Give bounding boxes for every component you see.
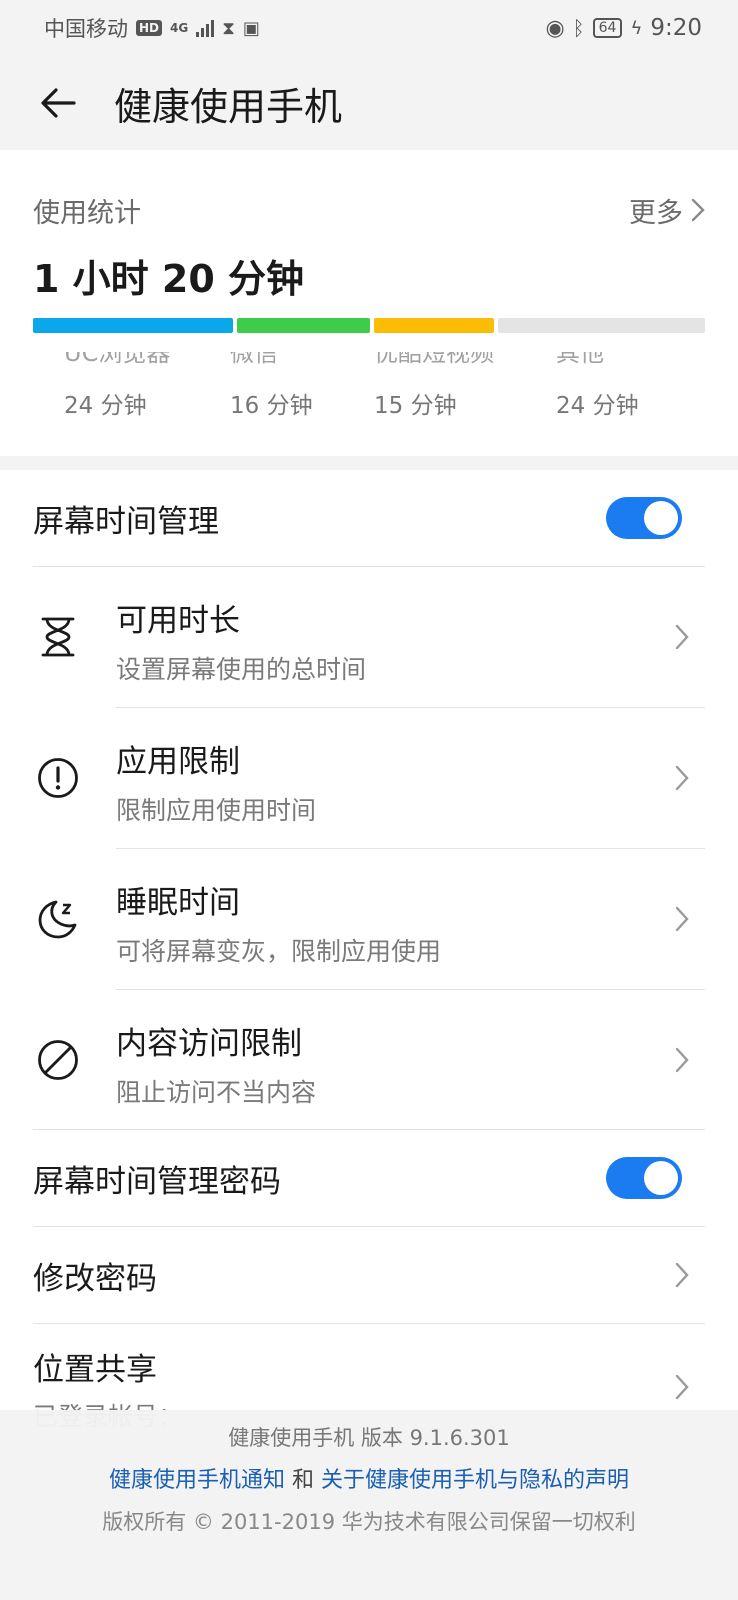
back-button[interactable] xyxy=(28,73,88,133)
app-name: UC浏览器 xyxy=(64,352,170,378)
screen-time-toggle[interactable] xyxy=(606,497,682,539)
chevron-right-icon xyxy=(675,906,689,932)
footer: 健康使用手机 版本 9.1.6.301 健康使用手机通知 和 关于健康使用手机与… xyxy=(0,1410,738,1600)
usage-bar-segment xyxy=(498,318,705,333)
password-toggle[interactable] xyxy=(606,1157,682,1199)
screen-time-label: 屏幕时间管理 xyxy=(33,503,219,540)
alert-circle-icon xyxy=(38,758,78,798)
list-item-usage-limit[interactable]: 可用时长 设置屏幕使用的总时间 xyxy=(0,567,738,707)
app-usage-minutes: 15 分钟 xyxy=(374,393,457,419)
app-name: 优酷短视频 xyxy=(374,352,494,378)
signal-icon xyxy=(196,19,215,37)
password-row: 屏幕时间管理密码 xyxy=(0,1130,738,1226)
usage-stats-label: 使用统计 xyxy=(33,197,141,229)
image-notification-icon: ▣ xyxy=(242,17,260,39)
password-label: 屏幕时间管理密码 xyxy=(33,1163,281,1200)
usage-app-item: 其他 24 分钟 xyxy=(556,352,639,420)
more-button[interactable]: 更多 xyxy=(629,191,705,230)
usage-bar xyxy=(33,318,705,333)
block-icon xyxy=(38,1040,78,1080)
item-subtitle: 阻止访问不当内容 xyxy=(116,1078,317,1107)
location-share-title: 位置共享 xyxy=(33,1352,157,1388)
usage-app-item: 微信 16 分钟 xyxy=(230,352,313,420)
list-item-sleep-time[interactable]: 睡眠时间 可将屏幕变灰，限制应用使用 xyxy=(0,849,738,989)
battery-icon: 64 xyxy=(592,18,623,38)
footer-links: 健康使用手机通知 和 关于健康使用手机与隐私的声明 xyxy=(0,1462,738,1494)
eye-comfort-icon: ◉ xyxy=(545,15,565,41)
app-name-text: 其他 xyxy=(556,352,604,367)
screen-time-row: 屏幕时间管理 xyxy=(0,470,738,566)
item-subtitle: 设置屏幕使用的总时间 xyxy=(116,655,367,684)
chevron-right-icon xyxy=(675,1047,689,1073)
app-name: 微信 xyxy=(230,352,313,378)
and-text: 和 xyxy=(291,1468,314,1493)
item-subtitle: 可将屏幕变灰，限制应用使用 xyxy=(116,937,442,966)
chevron-right-icon xyxy=(691,198,705,222)
toggle-knob xyxy=(644,501,678,535)
usage-app-list: UC浏览器 24 分钟 微信 16 分钟 优酷短视频 15 分钟 其他 24 分钟 xyxy=(0,352,738,432)
charging-icon: ϟ xyxy=(630,17,643,39)
toggle-knob xyxy=(644,1161,678,1195)
app-usage-minutes: 24 分钟 xyxy=(556,393,639,419)
version-text: 健康使用手机 版本 9.1.6.301 xyxy=(228,1426,510,1450)
change-password-label: 修改密码 xyxy=(33,1260,157,1297)
item-title: 应用限制 xyxy=(116,744,240,780)
item-subtitle: 限制应用使用时间 xyxy=(116,796,317,825)
list-item-app-limits[interactable]: 应用限制 限制应用使用时间 xyxy=(0,708,738,848)
usage-bar-segment xyxy=(374,318,494,333)
settings-list: 屏幕时间管理 可用时长 设置屏幕使用的总时间 应用限制 限制应用使用时间 睡眠时… xyxy=(0,470,738,1430)
app-usage-minutes: 16 分钟 xyxy=(230,393,313,419)
change-password-row[interactable]: 修改密码 xyxy=(0,1227,738,1323)
usage-bar-segment xyxy=(237,318,370,333)
copyright-text: 版权所有 © 2011-2019 华为技术有限公司保留一切权利 xyxy=(102,1510,636,1534)
more-label: 更多 xyxy=(629,197,683,229)
usage-bar-segment xyxy=(33,318,233,333)
chevron-right-icon xyxy=(675,765,689,791)
bluetooth-icon: ᛒ xyxy=(572,16,585,40)
chevron-right-icon xyxy=(675,1262,689,1288)
app-name-text: 优酷短视频 xyxy=(374,352,494,367)
usage-app-item: 优酷短视频 15 分钟 xyxy=(374,352,494,420)
item-title: 睡眠时间 xyxy=(116,885,240,921)
app-usage-minutes: 24 分钟 xyxy=(64,393,147,419)
list-item-content-restrictions[interactable]: 内容访问限制 阻止访问不当内容 xyxy=(0,990,738,1130)
clock: 9:20 xyxy=(650,15,702,41)
arrow-left-icon xyxy=(41,88,76,118)
hourglass-status-icon: ⧗ xyxy=(222,17,235,39)
notice-link[interactable]: 健康使用手机通知 xyxy=(109,1468,285,1493)
carrier-name: 中国移动 xyxy=(44,17,128,41)
item-title: 内容访问限制 xyxy=(116,1026,302,1062)
hourglass-icon xyxy=(41,617,75,657)
item-title: 可用时长 xyxy=(116,603,240,639)
network-type: 4G xyxy=(170,21,189,35)
page-title: 健康使用手机 xyxy=(114,84,343,129)
app-bar: 健康使用手机 xyxy=(0,56,738,150)
app-name-text: 微信 xyxy=(230,352,278,367)
total-usage-time: 1 小时 20 分钟 xyxy=(33,257,305,301)
moon-icon xyxy=(38,900,77,939)
hd-badge: HD xyxy=(136,20,163,36)
app-name: 其他 xyxy=(556,352,639,378)
chevron-right-icon xyxy=(675,624,689,650)
status-bar: 中国移动 HD 4G ⧗ ▣ ◉ ᛒ 64 ϟ 9:20 xyxy=(0,0,738,56)
chevron-right-icon xyxy=(675,1374,689,1400)
usage-app-item: UC浏览器 24 分钟 xyxy=(64,352,170,420)
privacy-link[interactable]: 关于健康使用手机与隐私的声明 xyxy=(321,1468,629,1493)
app-name-text: UC浏览器 xyxy=(64,352,171,367)
